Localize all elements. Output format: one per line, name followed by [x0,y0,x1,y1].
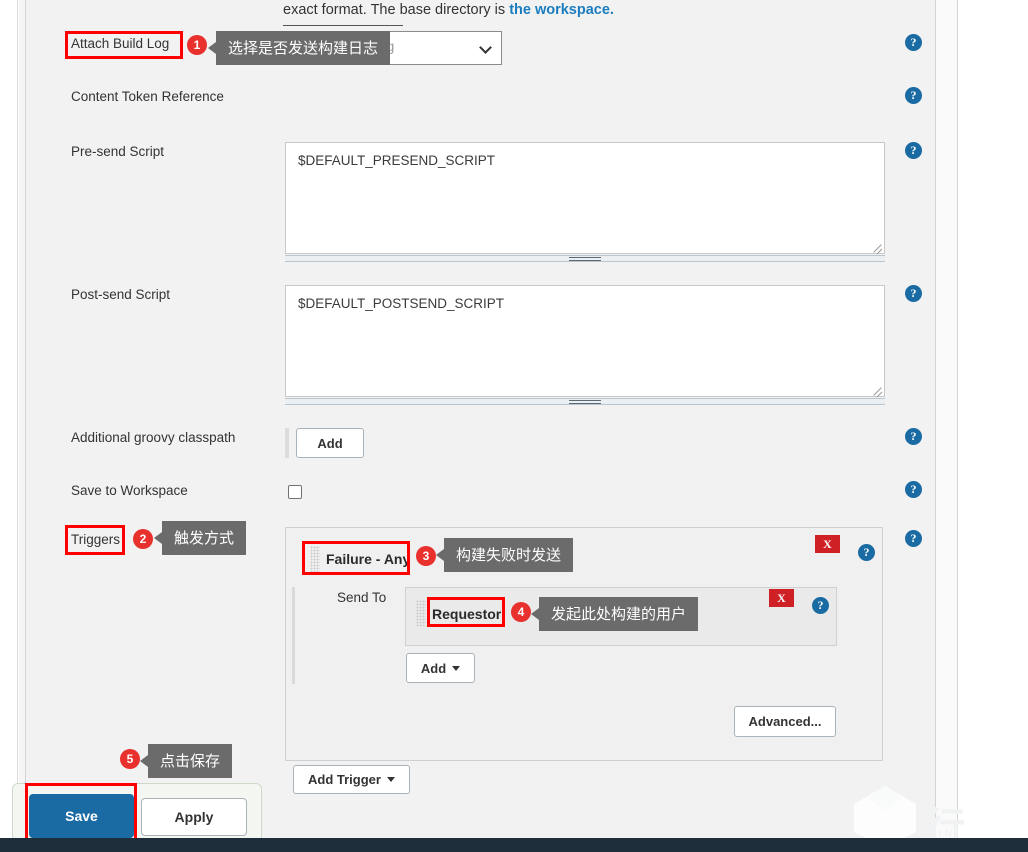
help-text-underline [283,25,403,26]
help-icon-attach-build-log[interactable]: ? [905,34,922,51]
label-pre-send-script: Pre-send Script [71,144,165,159]
pre-send-script-splitter[interactable] [285,255,885,262]
save-button[interactable]: Save [29,794,134,838]
label-triggers: Triggers [71,532,121,547]
annotation-tooltip-5: 点击保存 [139,744,233,778]
groovy-classpath-add-button[interactable]: Add [296,428,364,458]
trigger-remove-button[interactable]: X [815,535,840,553]
post-send-script-textarea[interactable] [285,285,885,397]
save-button-label: Save [65,808,98,824]
bottom-status-bar [0,838,1028,852]
chevron-down-icon [479,41,492,54]
add-recipient-button[interactable]: Add [406,653,475,683]
label-save-to-workspace: Save to Workspace [71,483,188,498]
splitter-grip-icon [569,400,601,404]
groovy-classpath-add-label: Add [317,435,343,451]
help-icon-triggers[interactable]: ? [905,530,922,547]
add-trigger-label: Add Trigger [308,772,381,787]
help-icon-additional-groovy-classpath[interactable]: ? [905,428,922,445]
splitter-grip-icon [569,257,601,261]
right-rail [935,0,958,838]
help-icon-trigger[interactable]: ? [858,544,875,561]
right-white-area [959,0,1028,838]
help-text-continuation: exact format. The base directory is the … [283,2,614,18]
annotation-tooltip-3: 构建失败时发送 [435,538,574,572]
add-trigger-button[interactable]: Add Trigger [293,765,410,794]
trigger-title: Failure - Any [326,551,411,567]
help-icon-save-to-workspace[interactable]: ? [905,481,922,498]
left-gutter-outer [0,0,18,838]
groovy-classpath-left-bar [285,428,289,458]
advanced-button[interactable]: Advanced... [734,706,836,737]
annotation-badge-1: 1 [187,35,207,55]
advanced-label: Advanced... [748,714,822,729]
help-icon-pre-send-script[interactable]: ? [905,142,922,159]
apply-button[interactable]: Apply [141,798,247,836]
trigger-drag-handle-icon[interactable] [310,546,320,572]
save-to-workspace-checkbox[interactable] [288,485,302,499]
send-to-label: Send To [337,590,387,605]
apply-button-label: Apply [174,809,214,825]
help-icon-post-send-script[interactable]: ? [905,285,922,302]
add-recipient-label: Add [420,660,447,676]
app-root: 行 XIN exact format. The base directory i… [0,0,1028,852]
label-additional-groovy-classpath: Additional groovy classpath [71,430,236,445]
annotation-badge-2: 2 [133,529,153,549]
recipient-title: Requestor [432,606,502,622]
annotation-badge-4: 4 [511,602,531,622]
annotation-tooltip-1: 选择是否发送构建日志 [207,31,391,65]
workspace-link[interactable]: the workspace. [509,2,614,18]
annotation-badge-5: 5 [120,749,140,769]
annotation-tooltip-4: 发起此处构建的用户 [530,597,699,631]
annotation-tooltip-2: 触发方式 [153,521,247,555]
help-text-prefix: exact format. The base directory is [283,2,510,18]
send-to-left-bar [292,587,295,684]
post-send-script-splitter[interactable] [285,398,885,405]
help-icon-content-token-reference[interactable]: ? [905,87,922,104]
label-content-token-reference: Content Token Reference [71,89,224,104]
pre-send-script-textarea[interactable] [285,142,885,254]
help-icon-recipient[interactable]: ? [812,597,829,614]
annotation-badge-3: 3 [416,546,436,566]
recipient-remove-button[interactable]: X [769,589,794,607]
caret-down-icon [452,665,461,671]
recipient-drag-handle-icon[interactable] [416,600,426,626]
label-post-send-script: Post-send Script [71,287,171,302]
caret-down-icon [386,777,395,782]
label-attach-build-log: Attach Build Log [71,36,170,51]
